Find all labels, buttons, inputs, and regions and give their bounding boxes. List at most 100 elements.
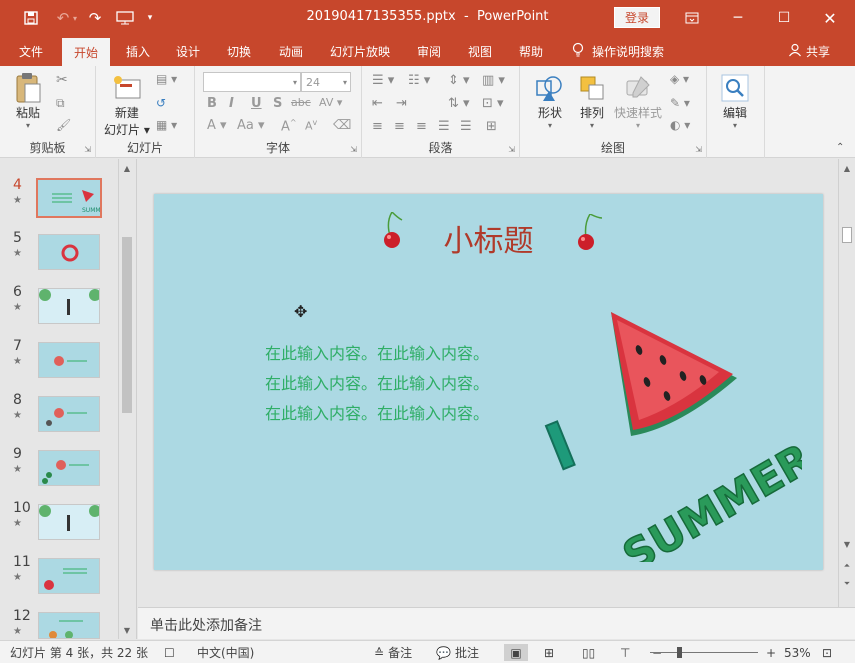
comments-button[interactable]: 💬 批注 [436, 644, 479, 661]
notes-button[interactable]: ≙ 备注 [374, 644, 412, 661]
scroll-down-icon[interactable]: ▼ [119, 623, 135, 637]
justify-icon[interactable]: ☰ [438, 119, 450, 134]
increase-font-icon[interactable]: A^ [281, 118, 297, 134]
collapse-ribbon-icon[interactable]: ⌃ [836, 142, 844, 153]
thumbnail-slide-12[interactable] [38, 612, 100, 639]
body-text-line[interactable]: 在此输入内容。在此输入内容。 [265, 370, 489, 394]
thumbnail-slide-8[interactable] [38, 396, 100, 432]
slide-thumbnail-pane[interactable]: 4 ★ SUMMER 5 ★ 6 ★ 7 ★ 8 ★ 9 ★ 10 ★ [0, 159, 137, 639]
tab-animations[interactable]: 动画 [268, 36, 314, 66]
thumbnail-slide-6[interactable] [38, 288, 100, 324]
thumbnail-scrollbar[interactable]: ▲ ▼ [118, 159, 135, 639]
next-slide-icon[interactable]: ⏷ [839, 577, 855, 591]
clear-formatting-icon[interactable]: ⌫ [333, 118, 351, 133]
increase-indent-icon[interactable]: ⇥ [396, 96, 407, 111]
decrease-font-icon[interactable]: Av [305, 118, 317, 133]
tab-transitions[interactable]: 切换 [217, 36, 261, 66]
align-right-icon[interactable]: ≡ [416, 119, 427, 134]
slideshow-icon[interactable]: ⊤ [620, 644, 630, 661]
paste-button[interactable]: 粘贴 ▾ [12, 72, 44, 130]
thumbnail-slide-11[interactable] [38, 558, 100, 594]
shape-outline-icon[interactable]: ✎ ▾ [670, 96, 690, 110]
align-center-icon[interactable]: ≡ [394, 119, 405, 134]
text-direction-icon[interactable]: ⇅ ▾ [448, 96, 470, 111]
cut-icon[interactable]: ✂ [56, 72, 68, 88]
shape-effects-icon[interactable]: ◐ ▾ [670, 118, 690, 132]
quick-styles-button[interactable]: 快速样式 ▾ [614, 72, 662, 130]
layout-icon[interactable]: ▤ ▾ [156, 72, 177, 86]
tab-design[interactable]: 设计 [166, 36, 210, 66]
zoom-slider-thumb[interactable] [676, 647, 682, 658]
align-text-icon[interactable]: ⊡ ▾ [482, 96, 504, 111]
slide-scrollbar[interactable]: ▲ ▼ ⏶ ⏷ [838, 159, 855, 607]
reset-icon[interactable]: ↺ [156, 96, 166, 110]
bold-icon[interactable]: B [207, 96, 217, 111]
smartart-icon[interactable]: ⊞ [486, 119, 497, 134]
line-spacing-icon[interactable]: ⇕ ▾ [448, 73, 470, 88]
slide-editing-area[interactable]: 小标题 在此输入内容。在此输入内容。 在此输入内容。在此输入内容。 在此输入内容… [138, 159, 855, 607]
zoom-slider[interactable] [650, 652, 758, 653]
redo-icon[interactable]: ↷ [80, 0, 110, 36]
section-icon[interactable]: ▦ ▾ [156, 118, 177, 132]
character-spacing-icon[interactable]: AV ▾ [319, 96, 342, 109]
copy-icon[interactable]: ⧉ [56, 96, 65, 111]
normal-view-icon[interactable]: ▣ [504, 644, 528, 661]
zoom-in-icon[interactable]: + [766, 644, 776, 661]
notes-pane[interactable]: 单击此处添加备注 [138, 607, 855, 639]
tab-view[interactable]: 视图 [457, 36, 503, 66]
bullets-icon[interactable]: ☰ ▾ [372, 73, 394, 88]
scroll-thumb[interactable] [122, 237, 132, 413]
start-from-beginning-icon[interactable] [110, 0, 140, 36]
thumbnail-slide-5[interactable] [38, 234, 100, 270]
scroll-up-icon[interactable]: ▲ [839, 161, 855, 175]
login-button[interactable]: 登录 [614, 7, 660, 28]
save-icon[interactable] [16, 0, 46, 36]
arrange-button[interactable]: 排列 ▾ [576, 72, 608, 130]
slide-sorter-icon[interactable]: ⊞ [544, 644, 554, 661]
align-left-icon[interactable]: ≡ [372, 119, 383, 134]
tab-help[interactable]: 帮助 [508, 36, 554, 66]
thumbnail-slide-4[interactable]: SUMMER [36, 178, 102, 218]
spell-check-icon[interactable]: ☐ [164, 644, 175, 661]
close-icon[interactable]: ✕ [807, 0, 853, 36]
numbering-icon[interactable]: ☷ ▾ [408, 73, 430, 88]
shapes-button[interactable]: 形状 ▾ [534, 72, 566, 130]
body-text-line[interactable]: 在此输入内容。在此输入内容。 [265, 340, 489, 364]
current-slide[interactable]: 小标题 在此输入内容。在此输入内容。 在此输入内容。在此输入内容。 在此输入内容… [154, 194, 823, 570]
slide-title[interactable]: 小标题 [154, 216, 823, 260]
shadow-icon[interactable]: S [273, 96, 282, 111]
tab-insert[interactable]: 插入 [116, 36, 160, 66]
columns-icon[interactable]: ▥ ▾ [482, 73, 505, 88]
italic-icon[interactable]: I [229, 96, 234, 111]
thumbnail-slide-7[interactable] [38, 342, 100, 378]
format-painter-icon[interactable]: 🖌 [56, 118, 71, 132]
font-launcher-icon[interactable]: ⇲ [350, 145, 357, 154]
share-button[interactable]: 共享 [788, 36, 830, 66]
underline-icon[interactable]: U [251, 96, 262, 111]
decrease-indent-icon[interactable]: ⇤ [372, 96, 383, 111]
previous-slide-icon[interactable]: ⏶ [839, 559, 855, 573]
new-slide-button[interactable]: 新建 幻灯片 ▾ [104, 72, 150, 138]
language-indicator[interactable]: 中文(中国) [197, 644, 254, 661]
tab-file[interactable]: 文件 [8, 36, 54, 66]
customize-qat-icon[interactable]: ▾ [140, 0, 160, 36]
thumbnail-slide-10[interactable] [38, 504, 100, 540]
paragraph-launcher-icon[interactable]: ⇲ [508, 145, 515, 154]
tab-slideshow[interactable]: 幻灯片放映 [322, 36, 398, 66]
minimize-icon[interactable]: ─ [715, 0, 761, 36]
shape-fill-icon[interactable]: ◈ ▾ [670, 72, 689, 86]
scroll-thumb[interactable] [842, 227, 852, 243]
tab-home[interactable]: 开始 [62, 38, 110, 66]
font-size-combo[interactable]: 24 ▾ [301, 72, 351, 92]
ribbon-display-options-icon[interactable] [669, 0, 715, 36]
reading-view-icon[interactable]: ▯▯ [582, 644, 595, 661]
drawing-launcher-icon[interactable]: ⇲ [695, 145, 702, 154]
zoom-level[interactable]: 53% [784, 644, 811, 661]
change-case-icon[interactable]: Aa ▾ [237, 118, 265, 133]
strikethrough-icon[interactable]: abc [291, 96, 311, 109]
font-name-combo[interactable]: ▾ [203, 72, 301, 92]
tell-me-search[interactable]: 操作说明搜索 [572, 36, 664, 66]
fit-to-window-icon[interactable]: ⊡ [822, 644, 832, 661]
thumbnail-slide-9[interactable] [38, 450, 100, 486]
font-color-icon[interactable]: A ▾ [207, 118, 227, 133]
